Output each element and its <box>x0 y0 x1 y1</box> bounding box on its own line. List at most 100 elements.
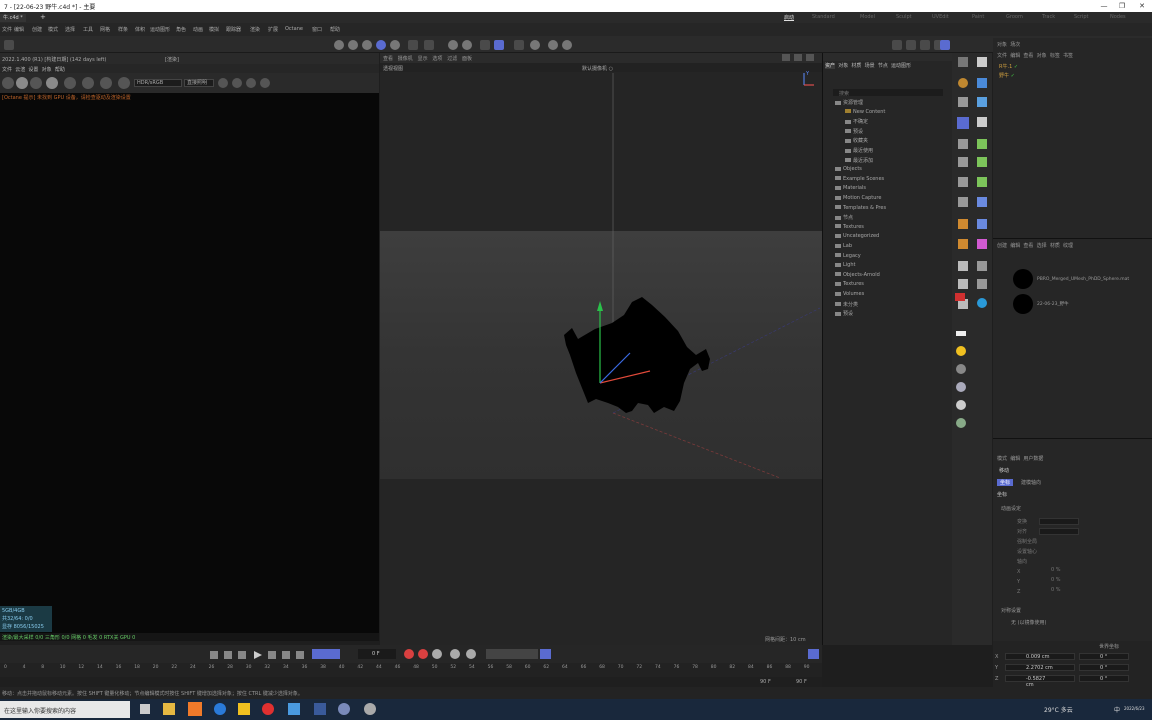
undo-icon[interactable] <box>334 40 344 50</box>
region-render-icon[interactable] <box>64 77 76 89</box>
menu-window[interactable]: 窗口 <box>312 26 322 33</box>
attr-tab-modeling-axis[interactable]: 建模轴向 <box>1021 479 1041 486</box>
asset-folder[interactable]: 预设 <box>845 128 863 135</box>
menu-tracker[interactable]: 跟踪器 <box>226 26 241 33</box>
pause-render-icon[interactable] <box>46 77 58 89</box>
edge-icon[interactable] <box>214 703 226 715</box>
asset-folder[interactable]: 不确定 <box>845 118 868 125</box>
asset-folder[interactable]: Motion Capture <box>835 195 881 201</box>
material-ball[interactable] <box>1013 269 1033 289</box>
asset-folder[interactable]: Lab <box>835 243 852 249</box>
range-end-a[interactable]: 90 F <box>760 679 771 685</box>
menu-select[interactable]: 选择 <box>65 26 75 33</box>
object-row[interactable]: R牛.1 ✓ <box>999 63 1018 70</box>
record-icon[interactable] <box>404 649 414 659</box>
y-value[interactable]: 0 % <box>1051 577 1061 583</box>
minimize-button[interactable]: — <box>1096 0 1112 12</box>
asset-folder[interactable]: New Content <box>845 109 885 115</box>
asset-tab-mograph[interactable]: 运动图形 <box>891 63 911 69</box>
asset-folder[interactable]: Light <box>835 262 855 268</box>
restart-render-icon[interactable] <box>16 77 28 89</box>
maximize-button[interactable]: ❐ <box>1114 0 1130 12</box>
render-picture-viewer-icon[interactable] <box>548 40 558 50</box>
position-key-icon[interactable] <box>450 649 460 659</box>
asset-folder[interactable]: 节点 <box>835 214 853 221</box>
attr-menu-edit[interactable]: 编辑 <box>1010 456 1020 462</box>
viewport-split-icon[interactable] <box>906 40 916 50</box>
transform-field[interactable] <box>1039 518 1079 525</box>
asset-folder[interactable]: Textures <box>835 281 864 287</box>
menu-volume[interactable]: 体积 <box>135 26 145 33</box>
layout-sculpt[interactable]: Sculpt <box>896 14 912 20</box>
asset-folder[interactable]: Objects <box>835 166 862 172</box>
object-tab-takes[interactable]: 场次 <box>1010 42 1020 48</box>
attr-tab-coords[interactable]: 坐标 <box>997 479 1014 486</box>
object-tab-objects[interactable]: 对象 <box>997 42 1007 48</box>
search-icon[interactable] <box>940 40 950 50</box>
coord-rotation-field[interactable]: 0 ° <box>1079 653 1129 660</box>
taskbar-search-input[interactable]: 在这里输入你要搜索的内容 <box>0 701 130 718</box>
align-field[interactable] <box>1039 528 1079 535</box>
app-icon[interactable] <box>188 702 202 716</box>
grid-icon[interactable] <box>480 40 490 50</box>
coord-position-field[interactable]: -0.5827 cm <box>1005 675 1075 688</box>
mat-menu-select[interactable]: 选择 <box>1037 243 1047 249</box>
layout-standard[interactable]: Standard <box>812 14 835 20</box>
mat-menu-material[interactable]: 材质 <box>1050 243 1060 249</box>
send-scene-icon[interactable] <box>2 77 14 89</box>
render-settings-icon[interactable] <box>562 40 572 50</box>
asset-folder[interactable]: 未分类 <box>835 301 858 308</box>
asset-tab-assets[interactable]: 资产 <box>825 63 836 69</box>
z-value[interactable]: 0 % <box>1051 587 1061 593</box>
viewport-layout-icon[interactable] <box>892 40 902 50</box>
menu-character[interactable]: 角色 <box>176 26 186 33</box>
asset-folder[interactable]: Legacy <box>835 253 861 259</box>
object-menu-view[interactable]: 查看 <box>1023 53 1033 59</box>
asset-tab-materials[interactable]: 材质 <box>851 63 861 69</box>
save-image-icon[interactable] <box>246 78 256 88</box>
menu-mograph[interactable]: 运动图形 <box>150 26 170 33</box>
coord-rotation-field[interactable]: 0 ° <box>1079 675 1129 682</box>
loop-toggle[interactable] <box>312 649 340 659</box>
object-menu-file[interactable]: 文件 <box>997 53 1007 59</box>
mat-menu-texture[interactable]: 纹理 <box>1063 243 1073 249</box>
menu-simulate[interactable]: 模拟 <box>209 26 219 33</box>
lock-icon[interactable] <box>218 78 228 88</box>
asset-tab-objects[interactable]: 对象 <box>838 63 848 69</box>
menu-tools[interactable]: 工具 <box>83 26 93 33</box>
axis-lock-icon[interactable] <box>462 40 472 50</box>
asset-tab-scenes[interactable]: 场景 <box>865 63 875 69</box>
menu-extensions[interactable]: 扩展 <box>268 26 278 33</box>
menu-render[interactable]: 渲染 <box>250 26 260 33</box>
render-region-icon[interactable] <box>514 40 524 50</box>
points-mode-icon[interactable] <box>390 40 400 50</box>
snap-icon[interactable] <box>448 40 458 50</box>
asset-folder[interactable]: 资源管理 <box>835 99 863 106</box>
workplane-icon[interactable] <box>494 40 504 50</box>
autokey-icon[interactable] <box>418 649 428 659</box>
viewport-quad-icon[interactable] <box>920 40 930 50</box>
cinema4d-icon[interactable] <box>338 703 350 715</box>
dopesheet-icon[interactable] <box>808 649 819 659</box>
pick-focus-icon[interactable] <box>82 77 94 89</box>
asset-folder[interactable]: 收藏夹 <box>845 137 868 144</box>
coord-rotation-field[interactable]: 0 ° <box>1079 664 1129 671</box>
input-language[interactable]: 中 <box>1114 705 1120 714</box>
layout-groom[interactable]: Groom <box>1006 14 1023 20</box>
timeline-ruler[interactable]: 0 4 8 10 12 14 16 18 20 22 24 26 28 30 32 34 36 38 40 42 44 4… <box>0 663 822 677</box>
asset-search-input[interactable]: 搜索 <box>833 89 943 97</box>
asset-folder[interactable]: Textures <box>835 224 864 230</box>
asset-folder[interactable]: Uncategorized <box>835 233 879 239</box>
mat-menu-edit[interactable]: 编辑 <box>1010 243 1020 249</box>
mat-menu-view[interactable]: 查看 <box>1023 243 1033 249</box>
range-end-b[interactable]: 90 F <box>796 679 807 685</box>
settings-app-icon[interactable] <box>364 703 376 715</box>
task-view-icon[interactable] <box>140 704 150 714</box>
menu-octane[interactable]: Octane <box>285 26 303 32</box>
hdr-mode-select[interactable]: HDR/sRGB <box>134 79 182 87</box>
model-mode-icon[interactable] <box>362 40 372 50</box>
weather-widget[interactable]: 29°C 多云 <box>1044 705 1073 714</box>
windows-app-icon[interactable] <box>314 703 326 715</box>
x-value[interactable]: 0 % <box>1051 567 1061 573</box>
kernel-select[interactable]: 直接照明 <box>184 79 214 87</box>
